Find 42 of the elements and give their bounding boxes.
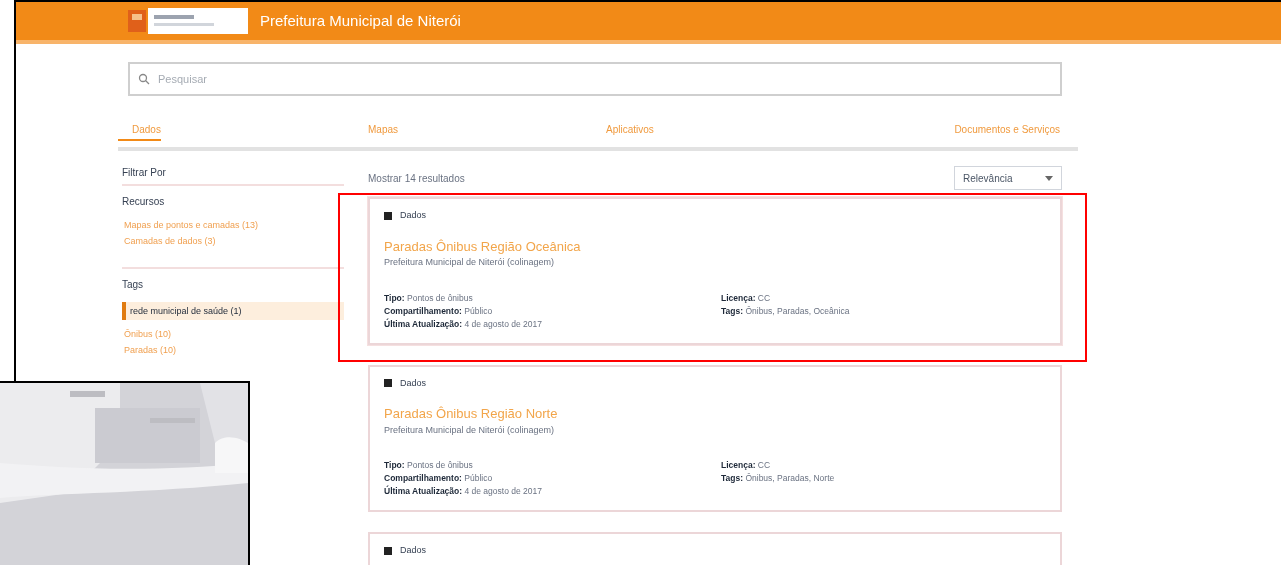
logo-icon [128,6,248,36]
header-title: Prefeitura Municipal de Niterói [260,10,461,31]
card-subtitle: Prefeitura Municipal de Niterói (colinagem) [384,256,556,269]
item-type: Dados [400,544,426,557]
detail-line: Compartilhamento: Público [384,304,494,318]
filter-group-title: Recursos [122,195,166,209]
search-field[interactable]: Pesquisar [128,62,1062,96]
detail-line: Licença: CC [721,459,772,472]
filter-title: Filtrar Por [122,165,344,186]
filter-item[interactable]: Ônibus (10) [122,326,344,342]
detail-line: Tags: Ônibus, Paradas, Norte [721,472,836,485]
sort-dropdown[interactable]: Relevância [954,166,1062,190]
search-icon [138,73,150,85]
item-type: Dados [400,209,426,222]
card-subtitle: Prefeitura Municipal de Niterói (colinagem) [384,423,556,437]
dataset-icon [384,211,392,220]
card-title[interactable]: Paradas Ônibus Região Norte [384,404,1046,424]
caret-icon [1045,175,1053,181]
detail-line: Licença: CC [721,291,772,305]
filter-group-title: Tags [122,267,344,296]
tab[interactable]: Aplicativos [598,122,654,141]
dataset-icon [384,546,392,555]
filter-item[interactable]: Mapas de pontos e camadas (13) [122,217,344,233]
result-card[interactable] [368,197,1062,345]
result-card[interactable]: Dados [368,532,1062,565]
detail-line: Última Atualização: 4 de agosto de 2017 [384,317,543,331]
card-title[interactable]: Paradas Ônibus Região Oceânica [384,236,1046,256]
results-count: Mostrar 14 resultados [368,171,465,186]
detail-line: Tags: Ônibus, Paradas, Oceânica [721,304,851,318]
filter-item[interactable]: Camadas de dados (3) [122,233,344,249]
filter-item[interactable]: rede municipal de saúde (1) [122,302,344,320]
detail-line: Tipo: Pontos de ônibus [384,459,474,472]
tab[interactable]: Documentos e Serviços [954,122,1078,141]
tab[interactable]: Dados [118,122,161,141]
detail-line: Tipo: Pontos de ônibus [384,291,474,305]
tab[interactable]: Mapas [358,122,398,141]
dataset-icon [384,379,392,388]
item-type: Dados [400,376,426,390]
detail-line: Última Atualização: 4 de agosto de 2017 [384,485,543,498]
detail-line: Compartilhamento: Público [384,472,494,485]
result-card[interactable] [368,364,1062,512]
filter-item[interactable]: Paradas (10) [122,342,344,358]
